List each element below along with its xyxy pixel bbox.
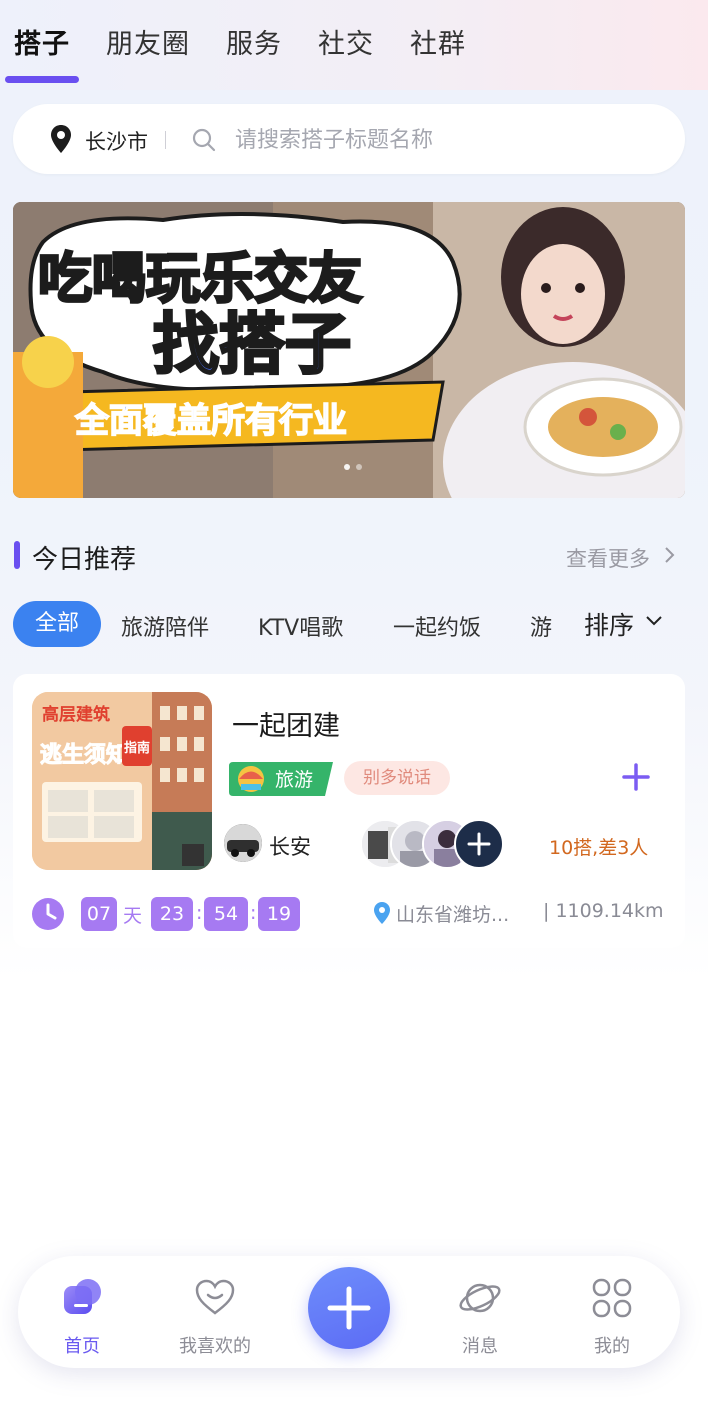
tab-social[interactable]: 社交 [318, 22, 374, 61]
bottom-navigation: 首页 我喜欢的 消息 我的 [18, 1256, 680, 1368]
section-accent-bar [14, 541, 20, 569]
banner-line1: 吃喝玩乐交友 [38, 247, 362, 310]
city-selector[interactable]: 长沙市 [85, 126, 148, 156]
clock-icon [32, 898, 64, 930]
nav-favorites[interactable]: 我喜欢的 [153, 1256, 273, 1368]
heart-icon [195, 1279, 235, 1315]
activity-location: 山东省潍坊... [396, 904, 510, 926]
activity-card[interactable]: 高层建筑 逃生须知 指南 一起团建 旅游 别多说话 长安 10搭,差3人 07 … [13, 674, 685, 948]
banner-line3: 全面覆盖所有行业 [74, 401, 347, 441]
nav-profile[interactable]: 我的 [550, 1256, 670, 1368]
nav-home-label: 首页 [64, 1336, 100, 1357]
see-more-link[interactable]: 查看更多 [566, 543, 650, 573]
tab-moments[interactable]: 朋友圈 [106, 22, 190, 61]
category-chip-travel[interactable]: 旅游陪伴 [121, 610, 209, 642]
nav-messages[interactable]: 消息 [418, 1256, 538, 1368]
category-chip-all[interactable]: 全部 [13, 601, 101, 647]
search-bar: 长沙市 [13, 104, 685, 174]
countdown-sep: : [250, 902, 257, 924]
active-tab-indicator [5, 76, 79, 83]
tag-category: 旅游 [275, 769, 314, 791]
section-title: 今日推荐 [32, 545, 137, 575]
planet-icon [459, 1283, 501, 1313]
grid-icon [592, 1278, 632, 1318]
countdown-sep: : [196, 902, 203, 924]
thumb-text-badge: 指南 [124, 740, 150, 756]
countdown-hours: 23 [151, 897, 193, 931]
category-chip-partial[interactable]: 游 [530, 610, 552, 642]
thumb-text-middle: 逃生须知 [40, 742, 128, 768]
location-pin-icon[interactable] [49, 124, 73, 154]
chevron-down-icon[interactable] [645, 615, 663, 627]
search-icon [192, 128, 216, 152]
tab-services[interactable]: 服务 [226, 22, 282, 61]
creator-name[interactable]: 长安 [269, 831, 311, 861]
search-input[interactable] [233, 119, 657, 161]
member-count: 10搭,差3人 [549, 837, 649, 859]
plus-icon[interactable] [308, 1267, 390, 1349]
promo-banner[interactable]: 吃喝玩乐交友 找搭子 全面覆盖所有行业 [13, 202, 685, 498]
activity-thumbnail: 高层建筑 逃生须知 指南 [32, 692, 212, 870]
chevron-right-icon[interactable] [664, 546, 676, 564]
category-chip-ktv[interactable]: KTV唱歌 [258, 610, 343, 642]
countdown-seconds: 19 [258, 897, 300, 931]
nav-messages-label: 消息 [462, 1336, 498, 1357]
activity-distance: | 1109.14km [543, 900, 664, 922]
tab-community[interactable]: 社群 [410, 22, 466, 61]
activity-title: 一起团建 [232, 711, 340, 742]
home-icon [64, 1279, 101, 1314]
tab-dazi[interactable]: 搭子 [14, 22, 70, 61]
sort-button[interactable]: 排序 [584, 606, 634, 642]
nav-profile-label: 我的 [594, 1336, 630, 1357]
category-chip-dinner[interactable]: 一起约饭 [393, 610, 481, 642]
location-icon [374, 902, 390, 924]
creator-avatar[interactable] [224, 824, 262, 862]
nav-favorites-label: 我喜欢的 [179, 1336, 251, 1357]
thumb-text-top: 高层建筑 [42, 704, 110, 725]
countdown-minutes: 54 [204, 897, 248, 931]
nav-home[interactable]: 首页 [20, 1256, 140, 1368]
join-plus-icon[interactable] [621, 762, 651, 792]
add-member-icon[interactable] [454, 819, 504, 869]
banner-artwork: 吃喝玩乐交友 找搭子 全面覆盖所有行业 [13, 202, 685, 498]
tag-note: 别多说话 [344, 761, 450, 795]
top-tabs: 搭子 朋友圈 服务 社交 社群 [0, 0, 708, 90]
countdown-days: 07 [81, 897, 117, 931]
countdown-days-label: 天 [123, 905, 143, 927]
banner-line2: 找搭子 [153, 306, 351, 383]
search-divider [165, 131, 166, 149]
